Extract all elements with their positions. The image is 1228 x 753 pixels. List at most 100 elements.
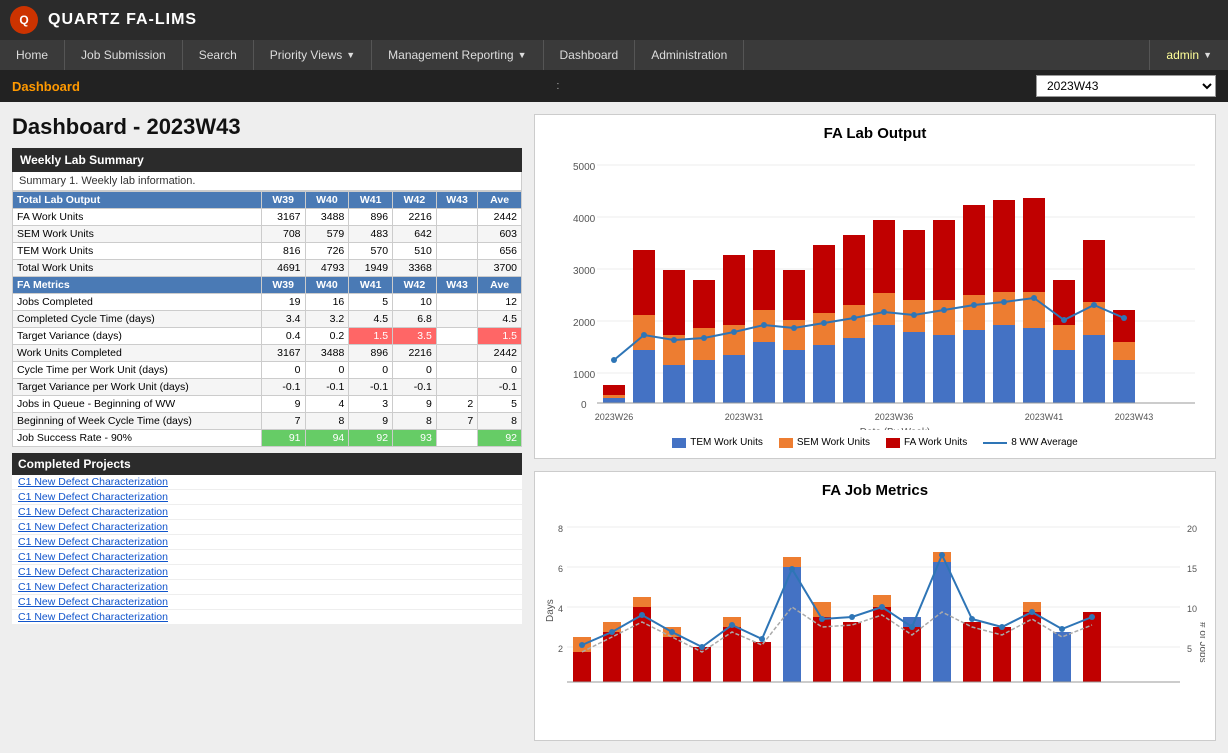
- table-row: Total Work Units 46914793 19493368 3700: [13, 260, 522, 277]
- fa-lab-output-svg: 5000 4000 3000 2000 1000 0: [545, 150, 1205, 430]
- fa-job-metrics-chart: FA Job Metrics Days # of Jobs 8 6 4 2 20: [534, 471, 1216, 741]
- svg-text:15: 15: [1187, 564, 1197, 574]
- completed-project-link[interactable]: C1 New Defect Characterization: [12, 595, 522, 610]
- table-row: Jobs in Queue - Beginning of WW 94 39 25: [13, 396, 522, 413]
- nav-management-reporting[interactable]: Management Reporting ▼: [372, 40, 543, 70]
- fa-lab-output-chart: FA Lab Output 5000 4000 3000 2000 1000 0: [534, 114, 1216, 459]
- svg-text:2000: 2000: [573, 318, 596, 329]
- completed-project-link[interactable]: C1 New Defect Characterization: [12, 490, 522, 505]
- tem-color-swatch: [672, 438, 686, 448]
- nav-home[interactable]: Home: [0, 40, 65, 70]
- nav-job-submission[interactable]: Job Submission: [65, 40, 183, 70]
- svg-text:4000: 4000: [573, 214, 596, 225]
- nav-user[interactable]: admin ▼: [1149, 40, 1228, 70]
- completed-project-link[interactable]: C1 New Defect Characterization: [12, 580, 522, 595]
- app-logo: Q: [10, 6, 38, 34]
- col-w40: W40: [305, 192, 349, 209]
- completed-project-link[interactable]: C1 New Defect Characterization: [12, 535, 522, 550]
- svg-text:10: 10: [1187, 604, 1197, 614]
- summary-description: Summary 1. Weekly lab information.: [12, 172, 522, 191]
- svg-text:2023W26: 2023W26: [595, 412, 634, 422]
- chevron-down-icon: ▼: [518, 50, 527, 60]
- table-row: Work Units Completed 31673488 8962216 24…: [13, 345, 522, 362]
- table-row: Cycle Time per Work Unit (days) 00 00 0: [13, 362, 522, 379]
- legend-sem: SEM Work Units: [779, 437, 870, 448]
- completed-project-link[interactable]: C1 New Defect Characterization: [12, 565, 522, 580]
- legend-tem: TEM Work Units: [672, 437, 763, 448]
- fa-job-metrics-svg: Days # of Jobs 8 6 4 2 20 15 10 5: [545, 507, 1205, 727]
- breadcrumb-label: Dashboard: [12, 79, 80, 94]
- svg-text:4: 4: [558, 604, 563, 614]
- svg-text:0: 0: [581, 400, 587, 411]
- breadcrumb-dots: :: [556, 80, 559, 92]
- completed-projects-list: C1 New Defect CharacterizationC1 New Def…: [12, 475, 522, 625]
- page-title: Dashboard - 2023W43: [12, 114, 522, 140]
- svg-text:5000: 5000: [573, 162, 596, 173]
- main-content: Dashboard - 2023W43 Weekly Lab Summary S…: [0, 102, 1228, 753]
- svg-text:2023W36: 2023W36: [875, 412, 914, 422]
- breadcrumb-bar: Dashboard : 2023W43 2023W42 2023W41: [0, 70, 1228, 102]
- table-row: Target Variance per Work Unit (days) -0.…: [13, 379, 522, 396]
- week-selector[interactable]: 2023W43 2023W42 2023W41: [1036, 75, 1216, 97]
- fa-lab-output-legend: TEM Work Units SEM Work Units FA Work Un…: [545, 437, 1205, 448]
- fa-metrics-header-row: FA Metrics W39W40 W41W42 W43Ave: [13, 277, 522, 294]
- avg-line-swatch: [983, 442, 1007, 444]
- completed-projects-header: Completed Projects: [12, 453, 522, 475]
- chevron-down-icon: ▼: [1203, 50, 1212, 60]
- completed-project-link[interactable]: C1 New Defect Characterization: [12, 610, 522, 625]
- col-w41: W41: [349, 192, 393, 209]
- completed-projects-section: Completed Projects C1 New Defect Charact…: [12, 453, 522, 625]
- table-row: SEM Work Units 708579 483642 603: [13, 226, 522, 243]
- weekly-lab-summary-header: Weekly Lab Summary: [12, 148, 522, 172]
- svg-text:3000: 3000: [573, 266, 596, 277]
- nav-bar: Home Job Submission Search Priority View…: [0, 40, 1228, 70]
- svg-text:2023W31: 2023W31: [725, 412, 764, 422]
- col-w39: W39: [261, 192, 305, 209]
- table-row: Jobs Completed 1916 510 12: [13, 294, 522, 311]
- svg-text:6: 6: [558, 564, 563, 574]
- legend-avg: 8 WW Average: [983, 437, 1078, 448]
- svg-text:Days: Days: [545, 599, 556, 622]
- top-bar: Q QUARTZ FA-LIMS: [0, 0, 1228, 40]
- svg-text:2023W41: 2023W41: [1025, 412, 1064, 422]
- table-row: Beginning of Week Cycle Time (days) 78 9…: [13, 413, 522, 430]
- col-w42: W42: [393, 192, 437, 209]
- left-panel: Dashboard - 2023W43 Weekly Lab Summary S…: [12, 114, 522, 741]
- sem-color-swatch: [779, 438, 793, 448]
- fa-job-metrics-area: Days # of Jobs 8 6 4 2 20 15 10 5: [545, 507, 1205, 730]
- col-w43: W43: [436, 192, 477, 209]
- completed-project-link[interactable]: C1 New Defect Characterization: [12, 475, 522, 490]
- table-header-label: Total Lab Output: [13, 192, 262, 209]
- right-panel: FA Lab Output 5000 4000 3000 2000 1000 0: [534, 114, 1216, 741]
- svg-text:20: 20: [1187, 524, 1197, 534]
- table-row-target-variance: Target Variance (days) 0.40.2 1.5 3.5 1.…: [13, 328, 522, 345]
- fa-job-metrics-title: FA Job Metrics: [545, 482, 1205, 499]
- lab-output-table: Total Lab Output W39 W40 W41 W42 W43 Ave…: [12, 191, 522, 447]
- table-row: TEM Work Units 816726 570510 656: [13, 243, 522, 260]
- app-title: QUARTZ FA-LIMS: [48, 11, 197, 29]
- svg-text:Date (By Week): Date (By Week): [860, 427, 930, 430]
- svg-text:2023W43: 2023W43: [1115, 412, 1154, 422]
- svg-text:5: 5: [1187, 644, 1192, 654]
- table-row-job-success: Job Success Rate - 90% 91 94 92 93 92: [13, 430, 522, 447]
- nav-administration[interactable]: Administration: [635, 40, 744, 70]
- fa-lab-output-area: 5000 4000 3000 2000 1000 0: [545, 150, 1205, 433]
- fa-color-swatch: [886, 438, 900, 448]
- svg-text:2: 2: [558, 644, 563, 654]
- table-header-row: Total Lab Output W39 W40 W41 W42 W43 Ave: [13, 192, 522, 209]
- nav-search[interactable]: Search: [183, 40, 254, 70]
- completed-project-link[interactable]: C1 New Defect Characterization: [12, 505, 522, 520]
- legend-fa: FA Work Units: [886, 437, 967, 448]
- svg-text:8: 8: [558, 524, 563, 534]
- table-row: FA Work Units 31673488 8962216 2442: [13, 209, 522, 226]
- col-ave: Ave: [478, 192, 522, 209]
- completed-project-link[interactable]: C1 New Defect Characterization: [12, 550, 522, 565]
- fa-lab-output-title: FA Lab Output: [545, 125, 1205, 142]
- nav-priority-views[interactable]: Priority Views ▼: [254, 40, 372, 70]
- chevron-down-icon: ▼: [346, 50, 355, 60]
- nav-dashboard[interactable]: Dashboard: [544, 40, 636, 70]
- completed-project-link[interactable]: C1 New Defect Characterization: [12, 520, 522, 535]
- svg-text:1000: 1000: [573, 370, 596, 381]
- svg-text:# of Jobs: # of Jobs: [1197, 622, 1205, 663]
- table-row: Completed Cycle Time (days) 3.43.2 4.56.…: [13, 311, 522, 328]
